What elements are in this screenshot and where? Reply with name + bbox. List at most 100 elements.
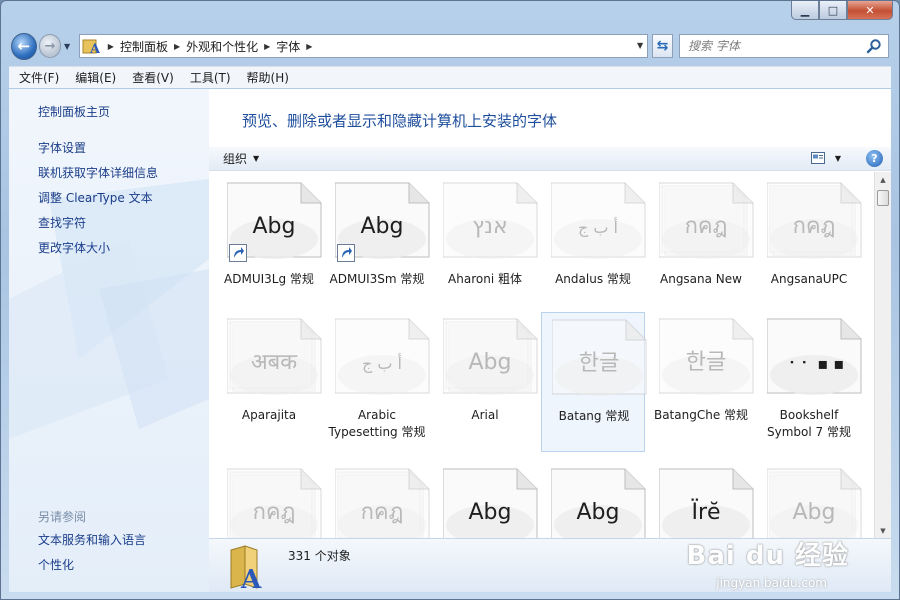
font-sample: กคฎ (253, 500, 296, 525)
navigation-bar: ← → ▼ A ▶ 控制面板 ▶ 外观和个性化 ▶ 字体 ▶ ▼ ⇆ (11, 31, 889, 61)
get-font-info-online-link[interactable]: 联机获取字体详细信息 (38, 164, 158, 181)
font-sample: กคฎ (793, 214, 836, 239)
shortcut-arrow-icon (229, 244, 247, 262)
breadcrumb-appearance[interactable]: 外观和个性化 (186, 38, 258, 55)
font-item[interactable]: אנץ Aharoni 粗体 (433, 176, 538, 316)
close-button[interactable]: ✕ (847, 1, 893, 20)
back-button[interactable]: ← (11, 32, 37, 60)
recent-pages-dropdown[interactable]: ▼ (61, 42, 72, 51)
breadcrumb-control-panel[interactable]: 控制面板 (120, 38, 168, 55)
font-sample: Abg (469, 350, 512, 375)
change-font-size-link[interactable]: 更改字体大小 (38, 239, 110, 256)
font-item[interactable]: Abg (541, 462, 646, 540)
font-item[interactable]: أ ب ج Andalus 常规 (541, 176, 646, 316)
font-file-icon: अबक (227, 318, 322, 395)
font-sample: ⠐ ⠂ ▪ ▪ (784, 354, 844, 373)
font-item-label: Arabic Typesetting 常规 (328, 408, 426, 439)
font-file-icon: ⠐ ⠂ ▪ ▪ (767, 318, 862, 395)
font-sample: אנץ (472, 214, 507, 239)
font-sample: Abg (361, 214, 404, 239)
menu-edit[interactable]: 编辑(E) (67, 69, 124, 86)
view-icon (810, 152, 825, 164)
breadcrumb-separator[interactable]: ▶ (108, 42, 114, 51)
refresh-icon: ⇆ (656, 38, 669, 54)
navigation-pane: 控制面板主页 字体设置 联机获取字体详细信息 调整 ClearType 文本 查… (9, 89, 209, 592)
font-sample: กคฎ (685, 214, 728, 239)
change-view-button[interactable]: ▼ (810, 152, 841, 164)
font-file-icon: 한글 (659, 318, 754, 395)
breadcrumb-separator[interactable]: ▶ (306, 42, 312, 51)
font-item-label: ADMUI3Sm 常规 (329, 272, 425, 286)
personalization-link[interactable]: 个性化 (38, 556, 74, 573)
search-input[interactable] (688, 39, 888, 53)
font-item[interactable]: 한글 Batang 常规 (541, 312, 647, 452)
font-item[interactable]: ⠐ ⠂ ▪ ▪ Bookshelf Symbol 7 常规 (757, 312, 862, 452)
font-sample: Abg (577, 500, 620, 525)
font-item[interactable]: กคฎ (217, 462, 322, 540)
menu-tools[interactable]: 工具(T) (182, 69, 239, 86)
font-item-label: Andalus 常规 (555, 272, 631, 286)
search-icon[interactable] (866, 38, 882, 57)
watermark-url: jingyan.baidu.com (716, 576, 827, 590)
scroll-thumb[interactable] (877, 190, 889, 206)
forward-button[interactable]: → (38, 34, 62, 58)
breadcrumb-separator[interactable]: ▶ (264, 42, 270, 51)
font-item-label: Aparajita (241, 408, 297, 422)
menu-view[interactable]: 查看(V) (124, 69, 182, 86)
help-icon[interactable]: ? (866, 150, 883, 167)
font-sample: Abg (469, 500, 512, 525)
font-item[interactable]: Abg (757, 462, 862, 540)
watermark-brand: Bai du 经验 (686, 541, 849, 571)
font-item-label: Batang 常规 (558, 409, 630, 423)
minimize-button[interactable]: ▁ (791, 1, 819, 20)
font-sample: أ ب ج (578, 217, 618, 238)
find-character-link[interactable]: 查找字符 (38, 214, 86, 231)
breadcrumb-separator[interactable]: ▶ (174, 42, 180, 51)
adjust-cleartype-link[interactable]: 调整 ClearType 文本 (38, 189, 153, 206)
font-item-label: BatangChe 常规 (653, 408, 749, 422)
search-box[interactable] (679, 34, 889, 58)
page-heading: 预览、删除或者显示和隐藏计算机上安装的字体 (242, 112, 558, 130)
address-history-dropdown[interactable]: ▼ (637, 41, 643, 50)
text-services-link[interactable]: 文本服务和输入语言 (38, 531, 146, 548)
font-file-icon: Abg (443, 318, 538, 395)
address-bar[interactable]: A ▶ 控制面板 ▶ 外观和个性化 ▶ 字体 ▶ ▼ (78, 34, 649, 58)
font-item[interactable]: กคฎ Angsana New (649, 176, 754, 316)
font-item[interactable]: Abg Arial (433, 312, 538, 452)
font-item[interactable]: กคฎ (325, 462, 430, 540)
font-sample: 한글 (579, 351, 619, 376)
font-file-icon: Abg (767, 468, 862, 540)
font-sample: Abg (793, 500, 836, 525)
font-file-icon: กคฎ (767, 182, 862, 259)
font-item[interactable]: 한글 BatangChe 常规 (649, 312, 754, 452)
control-panel-home-link[interactable]: 控制面板主页 (38, 103, 110, 120)
scroll-up-arrow[interactable]: ▲ (875, 172, 891, 189)
font-sample: Ïrĕ (691, 499, 720, 525)
maximize-button[interactable]: □ (819, 1, 847, 20)
svg-text:A: A (89, 42, 100, 55)
content-area: 控制面板主页 字体设置 联机获取字体详细信息 调整 ClearType 文本 查… (9, 89, 891, 595)
font-item[interactable]: Ïrĕ (649, 462, 754, 540)
menu-help[interactable]: 帮助(H) (239, 69, 297, 86)
font-item[interactable]: أ ب ج Arabic Typesetting 常规 (325, 312, 430, 452)
chevron-down-icon[interactable]: ▼ (835, 154, 841, 163)
font-sample: Abg (253, 214, 296, 239)
breadcrumb-fonts[interactable]: 字体 (276, 38, 300, 55)
font-item[interactable]: กคฎ AngsanaUPC (757, 176, 862, 316)
font-item[interactable]: Abg (433, 462, 538, 540)
menu-file[interactable]: 文件(F) (11, 69, 67, 86)
vertical-scrollbar[interactable]: ▲ ▼ (874, 172, 891, 540)
font-settings-link[interactable]: 字体设置 (38, 139, 86, 156)
fonts-folder-icon: A (80, 35, 102, 57)
font-item[interactable]: Abg ADMUI3Sm 常规 (325, 176, 430, 316)
font-item[interactable]: Abg ADMUI3Lg 常规 (217, 176, 322, 316)
font-item[interactable]: अबक Aparajita (217, 312, 322, 452)
refresh-button[interactable]: ⇆ (652, 34, 673, 58)
font-file-icon: Ïrĕ (659, 468, 754, 540)
font-file-icon: أ ب ج (335, 318, 430, 395)
font-sample: กคฎ (361, 500, 404, 525)
chevron-down-icon: ▼ (253, 154, 260, 163)
font-list: Abg ADMUI3Lg 常规 Abg ADMUI3Sm 常规 אנץ Aharoni 粗… (209, 172, 873, 540)
font-file-icon: กคฎ (659, 182, 754, 259)
organize-button[interactable]: 组织 ▼ (223, 150, 259, 167)
